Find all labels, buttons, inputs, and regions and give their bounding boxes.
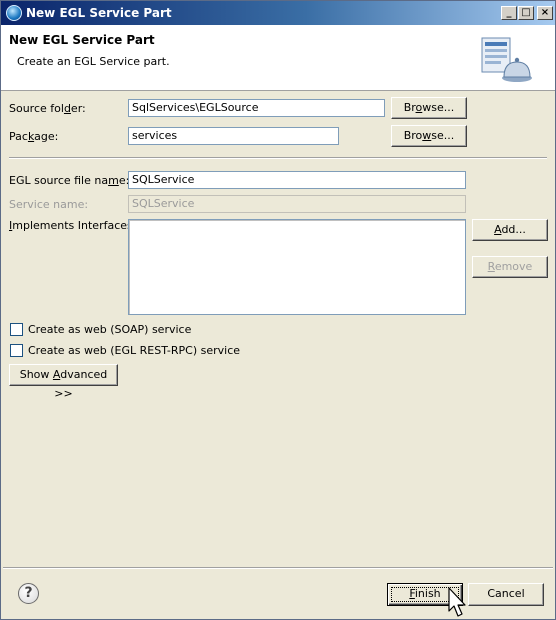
- cancel-button[interactable]: Cancel: [468, 583, 544, 606]
- rest-service-label: Create as web (EGL REST-RPC) service: [28, 344, 241, 357]
- page-description: Create an EGL Service part.: [17, 55, 170, 68]
- rest-service-checkbox[interactable]: [10, 344, 23, 357]
- service-name-label: Service name:: [9, 198, 89, 211]
- maximize-icon: □: [521, 7, 531, 18]
- maximize-button[interactable]: □: [518, 6, 534, 20]
- egl-source-file-name-field[interactable]: SQLService: [128, 171, 466, 189]
- close-icon: ×: [540, 7, 550, 18]
- source-folder-label: Source folder:: [9, 102, 86, 115]
- package-label: Package:: [9, 130, 59, 143]
- page-title: New EGL Service Part: [9, 33, 155, 47]
- egl-source-file-name-label: EGL source file name:: [9, 174, 130, 187]
- soap-service-checkbox[interactable]: [10, 323, 23, 336]
- service-name-field: SQLService: [128, 195, 466, 213]
- egl-app-icon: [6, 5, 22, 21]
- source-folder-field[interactable]: SqlServices\EGLSource: [128, 99, 385, 117]
- interfaces-list[interactable]: [128, 219, 466, 315]
- help-icon[interactable]: ?: [18, 583, 39, 604]
- title-bar[interactable]: New EGL Service Part _ □ ×: [1, 1, 555, 25]
- separator: [9, 157, 547, 159]
- browse-source-folder-button[interactable]: Browse...: [391, 97, 467, 119]
- browse-package-button[interactable]: Browse...: [391, 125, 467, 147]
- close-button[interactable]: ×: [537, 6, 553, 20]
- service-bell-icon: [481, 37, 532, 82]
- remove-interface-button: Remove: [472, 256, 548, 278]
- minimize-icon: _: [506, 7, 512, 18]
- wizard-header: New EGL Service Part Create an EGL Servi…: [1, 25, 555, 91]
- add-interface-button[interactable]: Add...: [472, 219, 548, 241]
- dialog-window: New EGL Service Part _ □ × New EGL Servi…: [0, 0, 556, 620]
- soap-service-label: Create as web (SOAP) service: [28, 323, 192, 336]
- mouse-cursor-icon: [448, 587, 466, 617]
- footer-separator: [3, 567, 553, 569]
- implements-interfaces-label: Implements Interfaces:: [9, 219, 137, 232]
- window-title: New EGL Service Part: [26, 6, 172, 20]
- minimize-button[interactable]: _: [501, 6, 517, 20]
- package-field[interactable]: services: [128, 127, 339, 145]
- show-advanced-button[interactable]: Show Advanced >>: [9, 364, 118, 400]
